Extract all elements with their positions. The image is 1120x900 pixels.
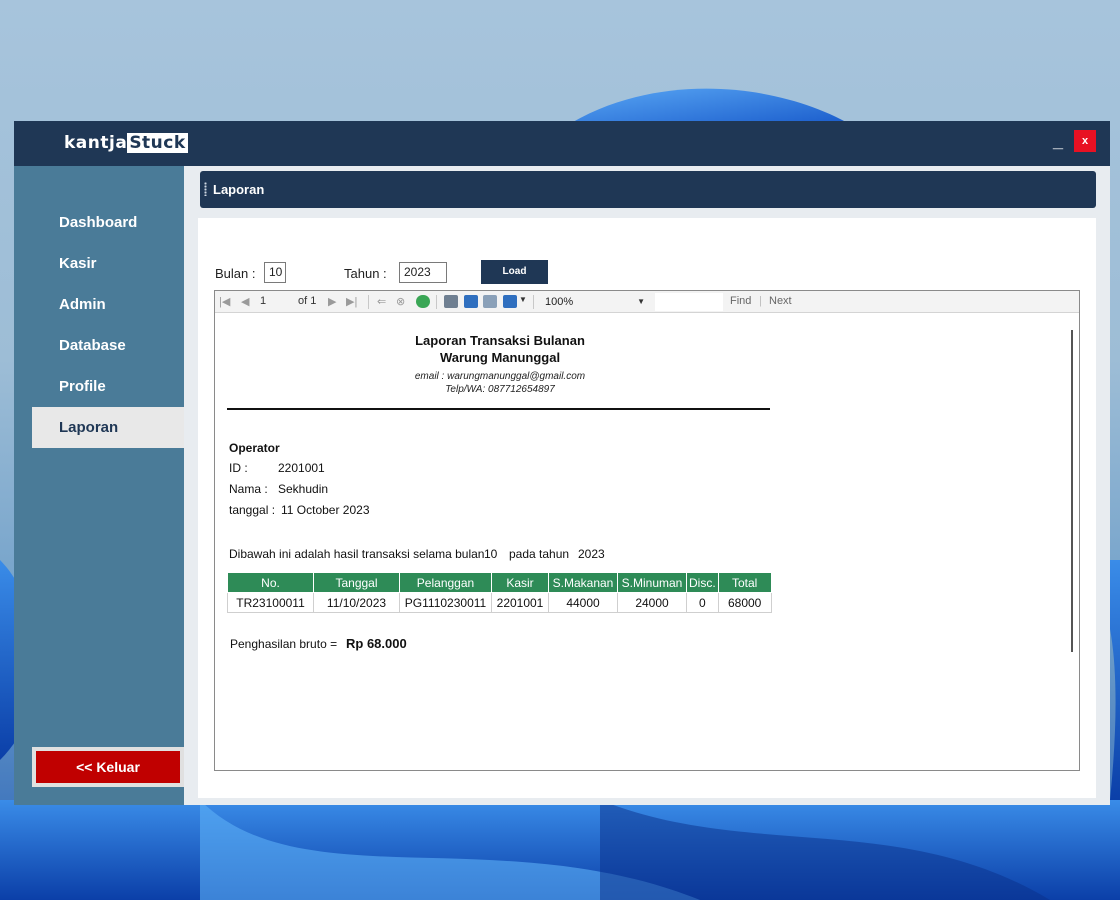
report-date-label: tanggal : — [229, 503, 276, 517]
sidebar-item-database[interactable]: Database — [32, 325, 184, 366]
print-icon[interactable] — [444, 295, 458, 308]
page-setup-icon[interactable] — [483, 295, 497, 308]
col-header-tanggal: Tanggal — [313, 572, 400, 593]
sidebar-item-admin[interactable]: Admin — [32, 284, 184, 325]
exit-button[interactable]: << Keluar — [32, 747, 184, 787]
toolbar-separator — [368, 295, 369, 309]
find-separator: | — [759, 295, 762, 307]
cell-total: 68000 — [717, 592, 772, 613]
export-icon[interactable] — [503, 295, 517, 308]
total-label: Penghasilan bruto = — [230, 637, 338, 651]
tahun-input[interactable]: 2023 — [399, 262, 447, 283]
page-count: of 1 — [298, 295, 317, 307]
toolbar-separator — [533, 295, 534, 309]
zoom-select[interactable]: 100% ▼ — [541, 294, 651, 310]
app-window: kantja Stuck _ x Dashboard Kasir Admin Da… — [14, 121, 1110, 805]
find-link[interactable]: Find — [730, 295, 751, 307]
operator-heading: Operator — [229, 441, 280, 455]
report-page: Laporan Transaksi Bulanan Warung Manungg… — [215, 314, 1079, 770]
sidebar-item-dashboard[interactable]: Dashboard — [32, 202, 184, 243]
operator-id-value: 2201001 — [278, 461, 325, 475]
cell-s-makanan: 44000 — [548, 592, 618, 613]
app-logo: kantja Stuck — [64, 133, 188, 153]
vertical-scrollbar[interactable] — [1071, 330, 1073, 652]
print-layout-icon[interactable] — [464, 295, 478, 308]
col-header-pelanggan: Pelanggan — [399, 572, 492, 593]
zoom-dropdown-icon: ▼ — [637, 297, 645, 306]
col-header-s-makanan: S.Makanan — [548, 572, 618, 593]
col-header-disc: Disc. — [686, 572, 719, 593]
report-title: Laporan Transaksi Bulanan — [415, 333, 585, 348]
load-button[interactable]: Load — [481, 260, 548, 284]
report-divider — [227, 408, 770, 410]
cell-kasir: 2201001 — [491, 592, 549, 613]
cell-tanggal: 11/10/2023 — [313, 592, 400, 613]
sidebar: Dashboard Kasir Admin Database Profile L… — [14, 166, 184, 805]
last-page-icon[interactable]: ▶| — [346, 295, 357, 308]
operator-id-label: ID : — [229, 461, 248, 475]
title-bar: kantja Stuck _ x — [14, 121, 1110, 166]
minimize-button[interactable]: _ — [1050, 132, 1066, 151]
bulan-label: Bulan : — [215, 266, 256, 281]
close-button[interactable]: x — [1074, 130, 1096, 152]
sidebar-item-kasir[interactable]: Kasir — [32, 243, 184, 284]
transactions-table: No. Tanggal Pelanggan Kasir S.Makanan S.… — [227, 572, 772, 613]
bulan-input[interactable]: 10 — [264, 262, 286, 283]
summary-month: 10 — [484, 547, 498, 561]
report-viewer: |◀ ◀ 1 of 1 ▶ ▶| ⇐ ⊗ ▼ 100% ▼ Find | Nex… — [214, 290, 1080, 771]
next-page-icon[interactable]: ▶ — [328, 295, 336, 308]
report-store-name: Warung Manunggal — [439, 350, 561, 365]
cell-no: TR23100011 — [227, 592, 314, 613]
toolbar-separator — [436, 295, 437, 309]
report-date-value: 11 October 2023 — [281, 503, 370, 517]
table-header-row: No. Tanggal Pelanggan Kasir S.Makanan S.… — [227, 572, 772, 593]
report-email: email : warungmanunggal@gmail.com — [414, 371, 586, 382]
first-page-icon[interactable]: |◀ — [219, 295, 230, 308]
operator-name-label: Nama : — [229, 482, 268, 496]
report-phone: Telp/WA: 087712654897 — [445, 384, 555, 395]
main-content: Laporan Bulan : 10 Tahun : 2023 Load |◀ … — [184, 166, 1110, 805]
page-title: Laporan — [213, 182, 265, 197]
summary-sentence-mid: pada tahun — [509, 547, 570, 561]
cell-s-minuman: 24000 — [617, 592, 687, 613]
summary-sentence-prefix: Dibawah ini adalah hasil transaksi selam… — [229, 547, 485, 561]
sidebar-item-laporan[interactable]: Laporan — [32, 407, 184, 448]
report-panel: Bulan : 10 Tahun : 2023 Load |◀ ◀ 1 of 1… — [198, 218, 1096, 798]
page-number-input[interactable]: 1 — [260, 295, 266, 307]
summary-year: 2023 — [578, 547, 605, 561]
grip-icon — [204, 182, 207, 196]
col-header-no: No. — [227, 572, 314, 593]
sidebar-item-profile[interactable]: Profile — [32, 366, 184, 407]
cell-pelanggan: PG1110230011 — [399, 592, 492, 613]
page-title-bar: Laporan — [200, 171, 1096, 208]
table-row: TR23100011 11/10/2023 PG1110230011 22010… — [227, 592, 772, 613]
refresh-icon[interactable] — [416, 295, 430, 308]
tahun-label: Tahun : — [344, 266, 387, 281]
total-value: Rp 68.000 — [346, 636, 407, 651]
find-input[interactable] — [655, 293, 723, 311]
col-header-total: Total — [717, 572, 772, 593]
prev-page-icon[interactable]: ◀ — [241, 295, 249, 308]
stop-icon[interactable]: ⊗ — [396, 295, 405, 308]
exit-button-label: << Keluar — [36, 751, 180, 783]
export-dropdown-icon[interactable]: ▼ — [519, 295, 527, 304]
viewer-toolbar: |◀ ◀ 1 of 1 ▶ ▶| ⇐ ⊗ ▼ 100% ▼ Find | Nex… — [215, 291, 1079, 313]
back-icon[interactable]: ⇐ — [377, 295, 386, 308]
operator-name-value: Sekhudin — [278, 482, 329, 496]
col-header-s-minuman: S.Minuman — [617, 572, 687, 593]
col-header-kasir: Kasir — [491, 572, 549, 593]
next-link[interactable]: Next — [769, 295, 792, 307]
cell-disc: 0 — [686, 592, 719, 613]
